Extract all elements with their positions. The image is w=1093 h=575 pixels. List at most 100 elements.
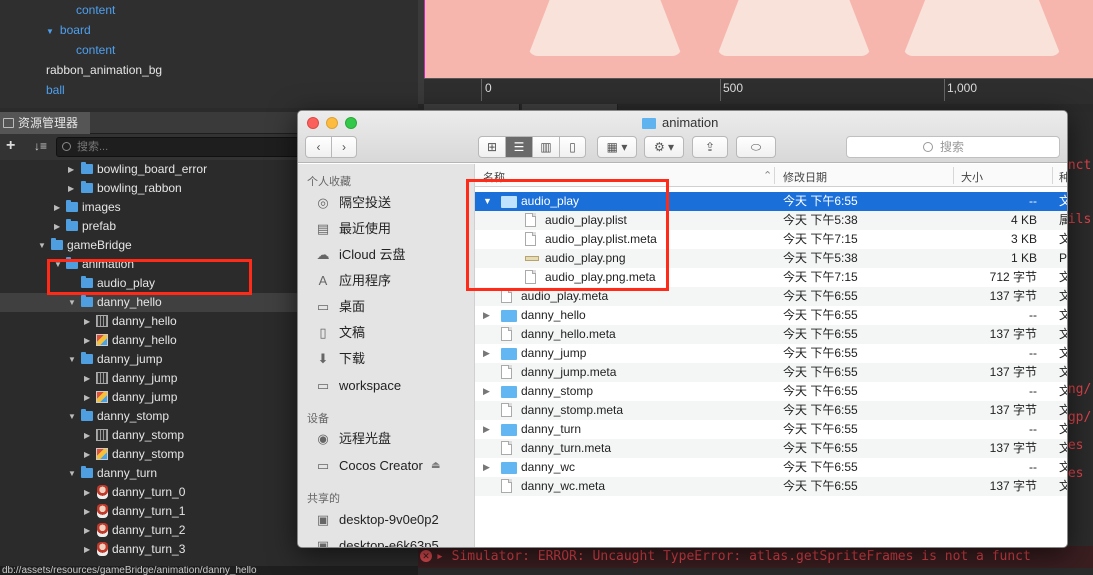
expand-arrow-icon[interactable]: ▶ <box>84 312 90 331</box>
file-row[interactable]: ▶ danny_hello 今天 下午6:55 -- 文 <box>475 306 1067 325</box>
eject-icon[interactable]: ⏏ <box>431 455 440 477</box>
disc-icon: ◉ <box>317 431 329 446</box>
folder-icon <box>81 409 93 421</box>
file-size: 137 字节 <box>989 365 1037 379</box>
expand-arrow-icon[interactable]: ▶ <box>54 198 60 217</box>
file-row[interactable]: ▶ danny_stomp 今天 下午6:55 -- 文 <box>475 382 1067 401</box>
gallery-view-icon[interactable]: ▯ <box>560 137 585 157</box>
file-row[interactable]: ▶ danny_turn 今天 下午6:55 -- 文 <box>475 420 1067 439</box>
folder-icon <box>81 466 93 478</box>
console-error-row[interactable]: ✕ ▸ Simulator: ERROR: Uncaught TypeError… <box>418 546 1093 568</box>
document-icon <box>501 327 512 341</box>
folder-icon <box>501 386 517 398</box>
scene-sprite[interactable] <box>528 0 682 56</box>
disclosure-closed-icon[interactable]: ▶ <box>483 420 490 439</box>
hierarchy-node[interactable]: content <box>76 0 115 20</box>
file-row[interactable]: danny_jump.meta 今天 下午6:55 137 字节 文 <box>475 363 1067 382</box>
list-view-icon[interactable]: ☰ <box>506 137 533 157</box>
zoom-button[interactable] <box>345 117 357 129</box>
expand-arrow-icon[interactable]: ▼ <box>68 407 76 426</box>
scene-sprite[interactable] <box>717 0 871 56</box>
icon-view-icon[interactable]: ⊞ <box>479 137 506 157</box>
file-row[interactable]: danny_turn.meta 今天 下午6:55 137 字节 文 <box>475 439 1067 458</box>
folder-icon <box>501 462 517 474</box>
finder-titlebar[interactable]: animation ‹ › ⊞ ☰ ▥ ▯ ▦ ▾ ⚙ ▾ ⇪ ⬭ 搜索 <box>298 111 1067 163</box>
sort-chevron-icon: ⌃ <box>763 170 773 182</box>
expand-arrow-icon[interactable]: ▼ <box>68 293 76 312</box>
assets-panel-icon <box>3 118 14 128</box>
atlas-icon <box>96 429 108 441</box>
disclosure-closed-icon[interactable]: ▶ <box>483 458 490 477</box>
file-row[interactable]: danny_stomp.meta 今天 下午6:55 137 字节 文 <box>475 401 1067 420</box>
scene-canvas[interactable] <box>424 0 1093 78</box>
disclosure-closed-icon[interactable]: ▶ <box>483 344 490 363</box>
assets-search-input[interactable]: 搜索... <box>56 137 306 157</box>
expand-arrow-icon[interactable]: ▶ <box>84 502 90 521</box>
action-button[interactable]: ⚙ ▾ <box>644 136 684 158</box>
expand-arrow-icon[interactable]: ▼ <box>38 236 46 255</box>
hierarchy-node[interactable]: content <box>76 40 115 60</box>
expand-arrow-icon[interactable]: ▶ <box>84 331 90 350</box>
expand-arrow-icon[interactable]: ▶ <box>84 426 90 445</box>
file-row[interactable]: danny_wc.meta 今天 下午6:55 137 字节 文 <box>475 477 1067 496</box>
expand-arrow-icon[interactable]: ▶ <box>68 179 74 198</box>
folder-icon <box>642 118 656 129</box>
expand-arrow-icon[interactable]: ▼ <box>68 350 76 369</box>
scene-view[interactable]: 0 500 1,000 <box>418 0 1093 104</box>
sort-icon[interactable]: ↓≡ <box>34 139 47 153</box>
assets-tab[interactable]: 资源管理器 <box>0 112 90 134</box>
forward-button[interactable]: › <box>332 137 356 157</box>
folder-icon <box>51 238 63 250</box>
document-icon <box>501 479 512 493</box>
file-kind: 文 <box>1059 287 1067 306</box>
share-button[interactable]: ⇪ <box>692 136 728 158</box>
sidebar-item-cocos-creator[interactable]: ▭ Cocos Creator ⏏ <box>315 455 475 477</box>
expand-arrow-icon[interactable]: ▼ <box>46 27 54 36</box>
file-row[interactable]: ▶ danny_wc 今天 下午6:55 -- 文 <box>475 458 1067 477</box>
scene-sprite[interactable] <box>903 0 1061 56</box>
folder-icon <box>66 219 78 231</box>
folder-icon <box>81 295 93 307</box>
tags-button[interactable]: ⬭ <box>736 136 776 158</box>
document-icon <box>501 365 512 379</box>
column-header-date[interactable]: 修改日期 <box>783 169 827 185</box>
expand-arrow-icon[interactable]: ▶ <box>68 160 74 179</box>
applications-icon: A <box>318 273 328 288</box>
hierarchy-node[interactable]: ▼ board <box>46 20 91 40</box>
close-button[interactable] <box>307 117 319 129</box>
file-name: danny_jump.meta <box>521 365 617 379</box>
sidebar-section-devices: 设备 <box>307 413 329 425</box>
back-button[interactable]: ‹ <box>306 137 332 157</box>
hierarchy-node[interactable]: rabbon_animation_bg <box>46 60 162 80</box>
group-button[interactable]: ▦ ▾ <box>597 136 637 158</box>
expand-arrow-icon[interactable]: ▶ <box>84 388 90 407</box>
expand-arrow-icon[interactable]: ▶ <box>84 540 90 559</box>
document-icon <box>501 289 512 303</box>
expand-arrow-icon[interactable]: ▶ <box>84 445 90 464</box>
column-view-icon[interactable]: ▥ <box>533 137 560 157</box>
finder-search-input[interactable]: 搜索 <box>846 136 1060 158</box>
column-header-size[interactable]: 大小 <box>961 169 983 185</box>
expand-arrow-icon[interactable]: ▶ <box>84 369 90 388</box>
file-kind: 文 <box>1059 363 1067 382</box>
file-row[interactable]: danny_hello.meta 今天 下午6:55 137 字节 文 <box>475 325 1067 344</box>
hierarchy-node[interactable]: ball <box>46 80 65 100</box>
document-icon <box>501 403 512 417</box>
scene-ruler: 0 500 1,000 <box>424 78 1093 104</box>
expand-arrow-icon[interactable]: ▼ <box>68 464 76 483</box>
expand-arrow-icon[interactable]: ▶ <box>54 217 60 236</box>
search-icon <box>62 142 71 151</box>
file-size: -- <box>1029 346 1037 360</box>
column-header-kind[interactable]: 种 <box>1059 169 1067 185</box>
expand-arrow-icon[interactable]: ▶ <box>84 521 90 540</box>
file-kind: Pl <box>1059 251 1068 265</box>
file-size: 137 字节 <box>989 479 1037 493</box>
ruler-label: 500 <box>723 81 744 95</box>
disclosure-closed-icon[interactable]: ▶ <box>483 382 490 401</box>
asset-path-status: db://assets/resources/gameBridge/animati… <box>0 566 418 575</box>
expand-arrow-icon[interactable]: ▶ <box>84 483 90 502</box>
file-row[interactable]: ▶ danny_jump 今天 下午6:55 -- 文 <box>475 344 1067 363</box>
add-asset-button[interactable]: + <box>6 137 15 155</box>
disclosure-closed-icon[interactable]: ▶ <box>483 306 490 325</box>
minimize-button[interactable] <box>326 117 338 129</box>
